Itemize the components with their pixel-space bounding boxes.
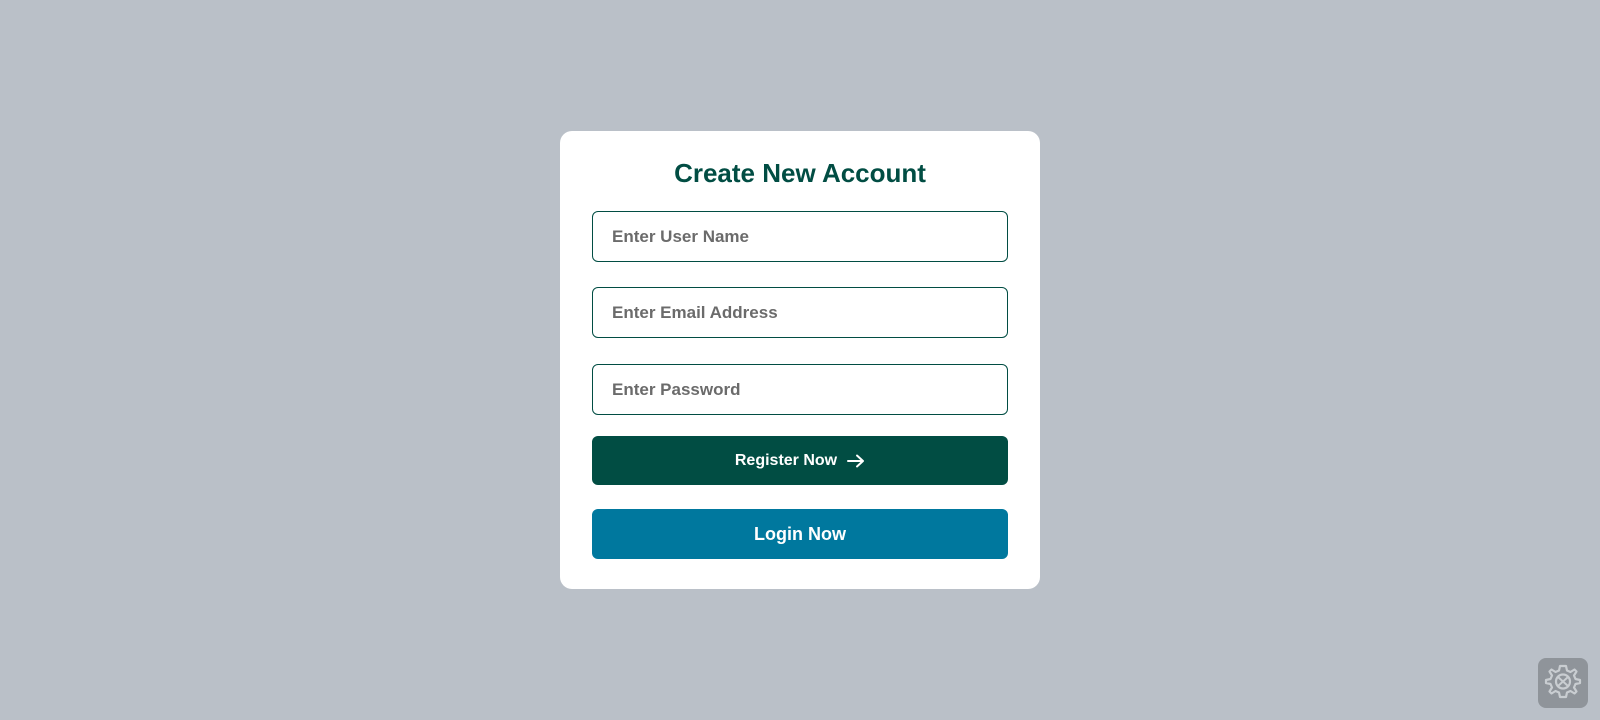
page-title: Create New Account	[674, 158, 926, 188]
settings-button[interactable]	[1538, 658, 1588, 708]
username-input[interactable]	[592, 211, 1008, 262]
login-button[interactable]: Login Now	[592, 509, 1008, 559]
email-input[interactable]	[592, 287, 1008, 338]
gear-icon	[1544, 662, 1582, 705]
password-input[interactable]	[592, 364, 1008, 415]
register-button-label: Register Now	[734, 451, 838, 469]
arrow-right-icon	[847, 454, 865, 468]
login-button-label: Login Now	[754, 523, 846, 544]
register-card: Create New Account Register Now Login No…	[560, 131, 1040, 589]
register-button[interactable]: Register Now	[592, 436, 1008, 485]
